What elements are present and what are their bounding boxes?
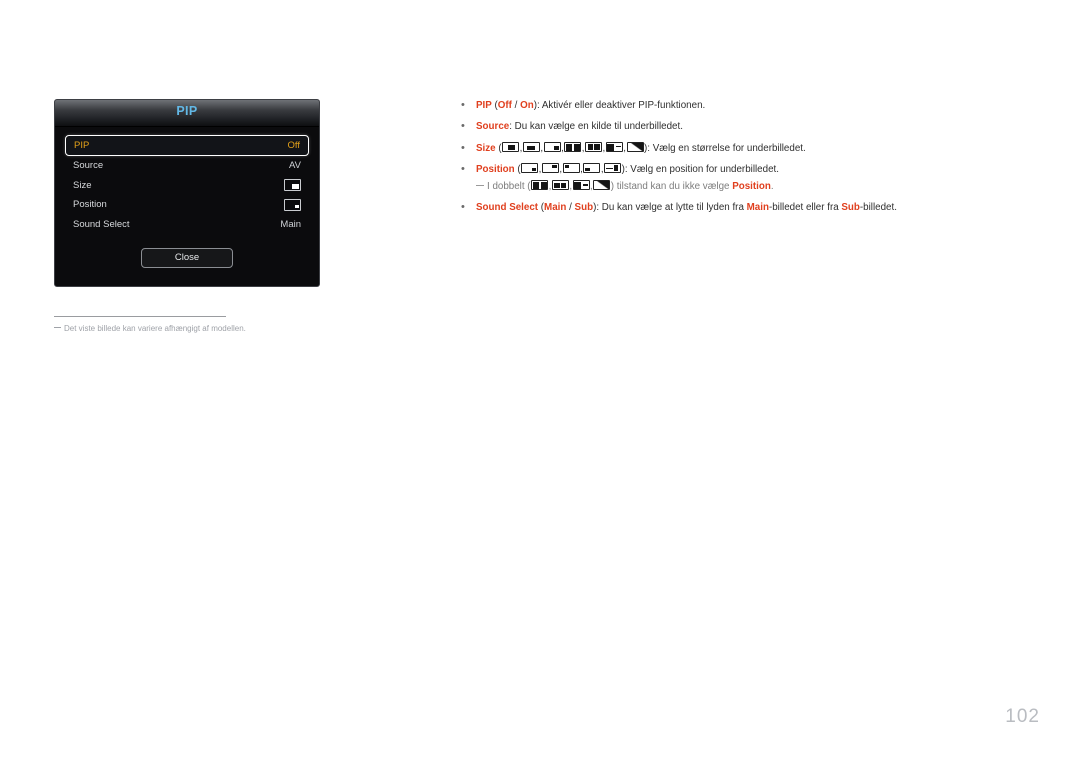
term-main: Main: [544, 202, 567, 214]
bullet-icon: •: [461, 141, 465, 154]
bullet-icon: •: [461, 120, 465, 133]
osd-row-position[interactable]: Position: [65, 195, 309, 215]
text-segment: /: [511, 100, 521, 111]
osd-footer: Close: [65, 247, 309, 268]
list-item-text: PIP (Off / On): Aktivér eller deaktiver …: [476, 99, 1048, 112]
list-item-text: Sound Select (Main / Sub): Du kan vælge …: [476, 201, 1048, 214]
list-item-text: Source: Du kan vælge en kilde til underb…: [476, 120, 1048, 133]
osd-row-source[interactable]: Source AV: [65, 156, 309, 176]
pos-top-left-icon: [562, 162, 580, 173]
size-double-line-icon: [605, 141, 623, 152]
osd-row-label: Source: [73, 160, 104, 172]
subnote-text: I dobbelt (,,,) tilstand kan du ikke væl…: [487, 180, 774, 193]
term-position: Position: [732, 181, 771, 193]
text-comma: ,: [538, 163, 542, 175]
subnote-dash-icon: [476, 185, 484, 187]
text-segment: /: [566, 202, 575, 214]
text-comma: ,: [602, 142, 606, 154]
term-sub: Sub: [841, 202, 860, 214]
size-double-wide-icon: [564, 141, 582, 152]
text-segment: -billedet.: [859, 202, 897, 214]
osd-row-value: Main: [280, 218, 301, 230]
osd-row-label: Sound Select: [73, 218, 130, 230]
caption-text: Det viste billede kan variere afhængigt …: [64, 324, 246, 333]
term-on: On: [520, 100, 534, 111]
subnote-double-mode: I dobbelt (,,,) tilstand kan du ikke væl…: [458, 180, 1048, 193]
osd-menu-list: PIP Off Source AV Size Position Sound Se…: [55, 127, 319, 268]
text-comma: ,: [519, 142, 523, 154]
bullet-icon: •: [461, 201, 465, 214]
term-sub: Sub: [574, 202, 594, 214]
osd-row-value: [284, 179, 301, 192]
osd-row-value: [284, 198, 301, 211]
list-item-position: • Position (,,,,): Vælg en position for …: [458, 162, 1048, 176]
subnote-mid: ) tilstand kan du ikke vælge: [610, 181, 733, 193]
osd-row-sound-select[interactable]: Sound Select Main: [65, 215, 309, 235]
size-double-box-icon: [585, 141, 603, 152]
subnote-tail: .: [770, 181, 774, 193]
osd-row-value: Off: [287, 140, 301, 151]
list-item-sound-select: • Sound Select (Main / Sub): Du kan vælg…: [458, 201, 1048, 214]
bullet-icon: •: [461, 162, 465, 175]
term-main: Main: [746, 202, 769, 214]
text-comma: ,: [540, 142, 544, 154]
osd-row-value: AV: [289, 160, 301, 172]
size-medium-center-icon: [522, 141, 540, 152]
text-comma: ,: [548, 181, 552, 193]
term-off: Off: [497, 100, 512, 111]
size-double-wide-icon: [531, 180, 549, 191]
pos-top-right-icon: [541, 162, 559, 173]
size-diagonal-icon: [593, 180, 611, 191]
size-double-box-icon: [551, 180, 569, 191]
description-list: • PIP (Off / On): Aktivér eller deaktive…: [458, 99, 1048, 222]
text-comma: ,: [623, 142, 626, 154]
text-segment: : Du kan vælge en kilde til underbillede…: [509, 121, 683, 133]
caption-dash-icon: [54, 327, 61, 328]
list-item-text: Position (,,,,): Vælg en position for un…: [476, 162, 1048, 176]
osd-row-label: Size: [73, 179, 92, 191]
text-segment: ): Vælg en størrelse for underbilledet.: [644, 142, 806, 154]
osd-row-pip[interactable]: PIP Off: [65, 135, 309, 156]
pos-bottom-left-icon: [583, 162, 601, 173]
pos-custom-arrow-icon: [604, 162, 622, 173]
text-segment: (: [514, 163, 521, 175]
osd-row-label: PIP: [74, 140, 90, 151]
pip-osd-panel: PIP PIP Off Source AV Size Position Soun…: [54, 99, 320, 287]
size-preview-icon: [284, 179, 301, 192]
close-button[interactable]: Close: [141, 248, 233, 268]
list-item-pip: • PIP (Off / On): Aktivér eller deaktive…: [458, 99, 1048, 112]
image-caption: Det viste billede kan variere afhængigt …: [54, 324, 474, 333]
osd-titlebar: PIP: [55, 100, 319, 127]
text-segment: -billedet eller fra: [768, 202, 842, 214]
term-source: Source: [476, 121, 510, 133]
text-segment: (: [495, 142, 502, 154]
pos-bottom-right-icon: [521, 162, 539, 173]
size-small-center-icon: [502, 141, 520, 152]
term-position: Position: [476, 163, 515, 175]
list-item-source: • Source: Du kan vælge en kilde til unde…: [458, 120, 1048, 133]
subnote-lead: I dobbelt (: [487, 181, 531, 193]
text-segment: ): Aktivér eller deaktiver PIP-funktione…: [533, 100, 706, 111]
text-comma: ,: [569, 181, 573, 193]
osd-title: PIP: [176, 104, 198, 118]
size-small-right-icon: [543, 141, 561, 152]
term-sound-select: Sound Select: [476, 202, 539, 214]
text-comma: ,: [559, 163, 563, 175]
text-segment: ): Du kan vælge at lytte til lyden fra: [593, 202, 747, 214]
term-pip: PIP: [476, 100, 492, 111]
term-size: Size: [476, 142, 496, 154]
size-diagonal-icon: [626, 141, 644, 152]
position-preview-icon: [284, 198, 301, 211]
list-item-text: Size (,,,,,,): Vælg en størrelse for und…: [476, 141, 1048, 155]
list-item-size: • Size (,,,,,,): Vælg en størrelse for u…: [458, 141, 1048, 155]
osd-row-size[interactable]: Size: [65, 176, 309, 196]
page-number: 102: [1005, 706, 1040, 727]
bullet-icon: •: [461, 99, 465, 111]
size-double-line-icon: [572, 180, 590, 191]
caption-divider: [54, 316, 226, 317]
text-segment: ): Vælg en position for underbilledet.: [621, 163, 779, 175]
osd-row-label: Position: [73, 199, 107, 211]
